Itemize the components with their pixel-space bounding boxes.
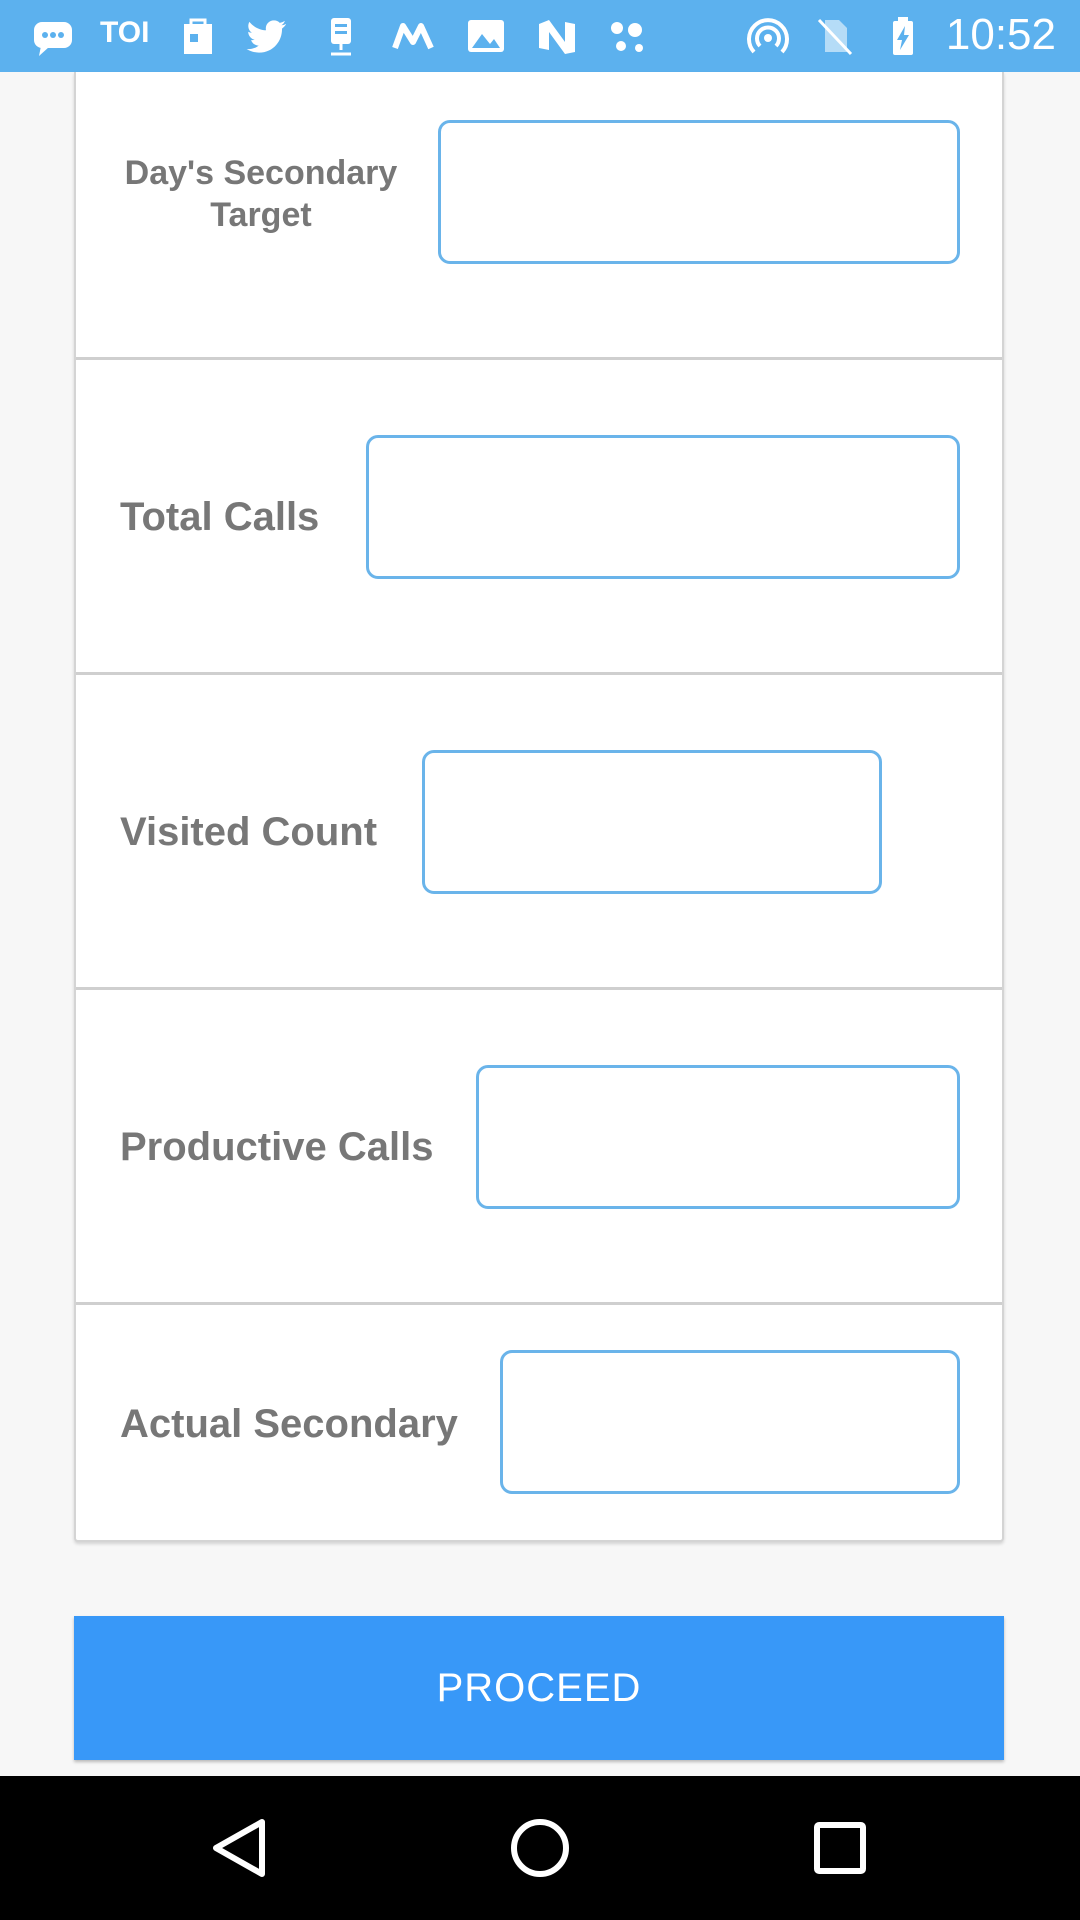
navigation-bar (0, 1776, 1080, 1920)
label-line-2: Target (210, 196, 312, 234)
cargo-icon (318, 14, 364, 58)
image-icon (463, 14, 509, 58)
dots-app-icon (606, 14, 652, 58)
actual-secondary-label: Actual Secondary (120, 1402, 458, 1446)
proceed-button[interactable]: PROCEED (74, 1616, 1004, 1760)
m-app-icon (390, 14, 436, 58)
home-icon[interactable] (504, 1812, 576, 1884)
days-secondary-target-input[interactable] (438, 120, 960, 264)
form-row-actual-secondary: Actual Secondary (76, 1305, 1002, 1542)
hotspot-icon (745, 14, 791, 58)
battery-charging-icon (880, 14, 926, 58)
target-form-card: Day's Secondary Target Total Calls Visit… (74, 72, 1004, 1542)
recents-icon[interactable] (804, 1812, 876, 1884)
productive-calls-input[interactable] (476, 1065, 960, 1209)
toi-icon: TOI (100, 16, 150, 49)
form-row-days-secondary-target: Day's Secondary Target (76, 72, 1002, 360)
total-calls-label: Total Calls (120, 495, 320, 539)
total-calls-input[interactable] (366, 435, 960, 579)
n-app-icon (534, 14, 580, 58)
form-row-visited-count: Visited Count (76, 675, 1002, 990)
status-bar: TOI 10:52 (0, 0, 1080, 72)
actual-secondary-input[interactable] (500, 1350, 960, 1494)
form-row-total-calls: Total Calls (76, 360, 1002, 675)
label-line-1: Day's Secondary (124, 154, 398, 192)
no-sim-icon (812, 14, 858, 58)
productive-calls-label: Productive Calls (120, 1125, 434, 1169)
form-row-productive-calls: Productive Calls (76, 990, 1002, 1305)
visited-count-input[interactable] (422, 750, 882, 894)
visited-count-label: Visited Count (120, 810, 378, 854)
message-icon (30, 14, 76, 58)
shopping-icon (175, 14, 221, 58)
back-icon[interactable] (204, 1812, 276, 1884)
days-secondary-target-label: Day's Secondary Target (116, 152, 406, 236)
twitter-icon (245, 14, 291, 58)
clock: 10:52 (945, 10, 1056, 59)
